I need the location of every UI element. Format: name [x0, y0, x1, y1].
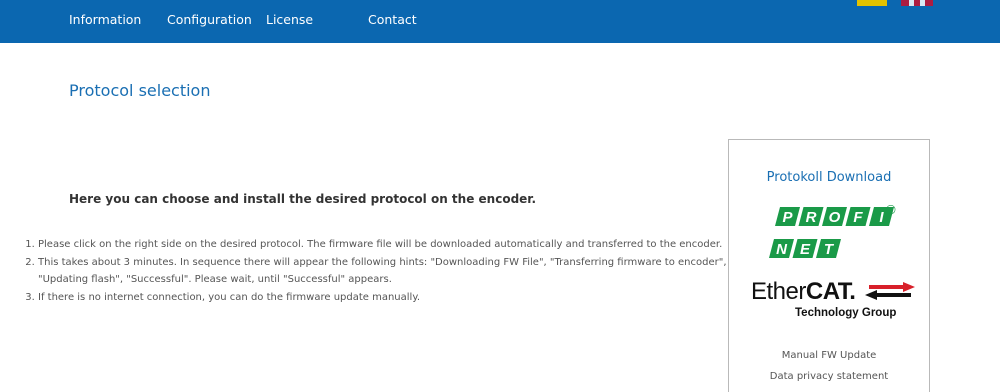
profinet-letter: R — [806, 209, 817, 226]
profinet-letter: P — [782, 209, 793, 226]
nav-item-license[interactable]: License — [266, 12, 313, 27]
manual-fw-update-link[interactable]: Manual FW Update — [729, 350, 929, 361]
intro-text: Here you can choose and install the desi… — [69, 192, 537, 206]
ethercat-logo[interactable]: EtherCAT. Technology Group — [747, 276, 917, 328]
profinet-letter: F — [853, 209, 863, 226]
ethercat-arrow-icon — [865, 282, 915, 300]
download-box-title: Protokoll Download — [766, 170, 892, 185]
page-title: Protocol selection — [69, 81, 211, 100]
english-flag-icon[interactable] — [901, 0, 933, 6]
nav-item-information[interactable]: Information — [69, 12, 141, 27]
ethercat-wordmark: EtherCAT. — [751, 278, 856, 305]
data-privacy-link[interactable]: Data privacy statement — [729, 371, 929, 382]
profinet-letter: O — [829, 209, 841, 226]
german-flag-icon[interactable] — [857, 0, 887, 6]
ethercat-subtitle: Technology Group — [795, 307, 897, 319]
profinet-logo[interactable]: PROFI NET ® — [767, 201, 897, 271]
protocol-download-box: Protokoll Download PROFI NET ® EtherCAT.… — [728, 139, 930, 392]
list-item: This takes about 3 minutes. In sequence … — [38, 254, 738, 289]
nav-item-configuration[interactable]: Configuration — [167, 12, 252, 27]
registered-mark: ® — [886, 202, 896, 217]
top-navbar: Information Configuration License Contac… — [0, 0, 1000, 43]
nav-item-contact[interactable]: Contact — [368, 12, 417, 27]
list-item: If there is no internet connection, you … — [38, 289, 738, 307]
list-item: Please click on the right side on the de… — [38, 236, 738, 254]
profinet-letter: N — [776, 241, 788, 258]
profinet-letter: E — [800, 241, 811, 258]
instruction-list: Please click on the right side on the de… — [0, 236, 738, 306]
